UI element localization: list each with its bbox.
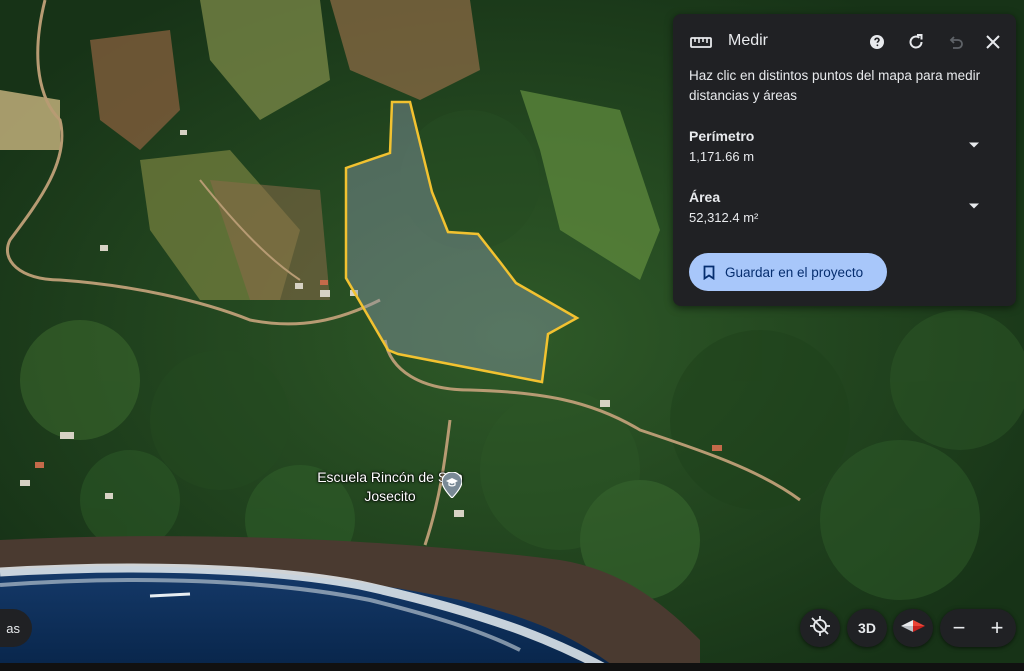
area-row[interactable]: Área 52,312.4 m² <box>673 189 1016 233</box>
poi-label: Escuela Rincón de San Josecito <box>317 469 463 504</box>
measure-panel: Medir Haz clic en distintos puntos del m… <box>673 14 1016 306</box>
save-to-project-button[interactable]: Guardar en el proyecto <box>689 253 887 291</box>
layers-label: as <box>6 620 20 636</box>
zoom-out-button[interactable]: − <box>944 615 974 641</box>
perimeter-label: Perímetro <box>689 128 755 144</box>
zoom-control: − + <box>940 609 1016 647</box>
measure-description: Haz clic en distintos puntos del mapa pa… <box>689 68 981 103</box>
poi-school[interactable]: Escuela Rincón de San Josecito <box>300 468 480 506</box>
close-icon[interactable] <box>981 30 1005 54</box>
bottom-status-strip <box>0 663 1024 671</box>
bookmark-icon <box>703 265 715 280</box>
zoom-in-button[interactable]: + <box>982 615 1012 641</box>
toggle-3d-button[interactable]: 3D <box>847 609 887 647</box>
compass-icon <box>900 619 926 638</box>
location-off-icon <box>809 615 831 642</box>
compass-button[interactable] <box>893 609 933 647</box>
redo-icon[interactable] <box>904 30 928 54</box>
measure-panel-header: Medir <box>673 14 1016 70</box>
chevron-down-icon[interactable] <box>968 136 980 154</box>
school-pin-icon[interactable] <box>441 471 463 503</box>
perimeter-row[interactable]: Perímetro 1,171.66 m <box>673 128 1016 172</box>
area-value: 52,312.4 m² <box>689 210 759 225</box>
help-icon[interactable] <box>865 30 889 54</box>
3d-label: 3D <box>858 620 876 636</box>
ruler-icon <box>690 34 712 50</box>
save-label: Guardar en el proyecto <box>725 264 864 280</box>
undo-icon[interactable] <box>943 30 967 54</box>
perimeter-value: 1,171.66 m <box>689 149 755 164</box>
chevron-down-icon[interactable] <box>968 197 980 215</box>
measure-title: Medir <box>728 32 769 49</box>
my-location-button[interactable] <box>800 609 840 647</box>
area-label: Área <box>689 189 721 205</box>
